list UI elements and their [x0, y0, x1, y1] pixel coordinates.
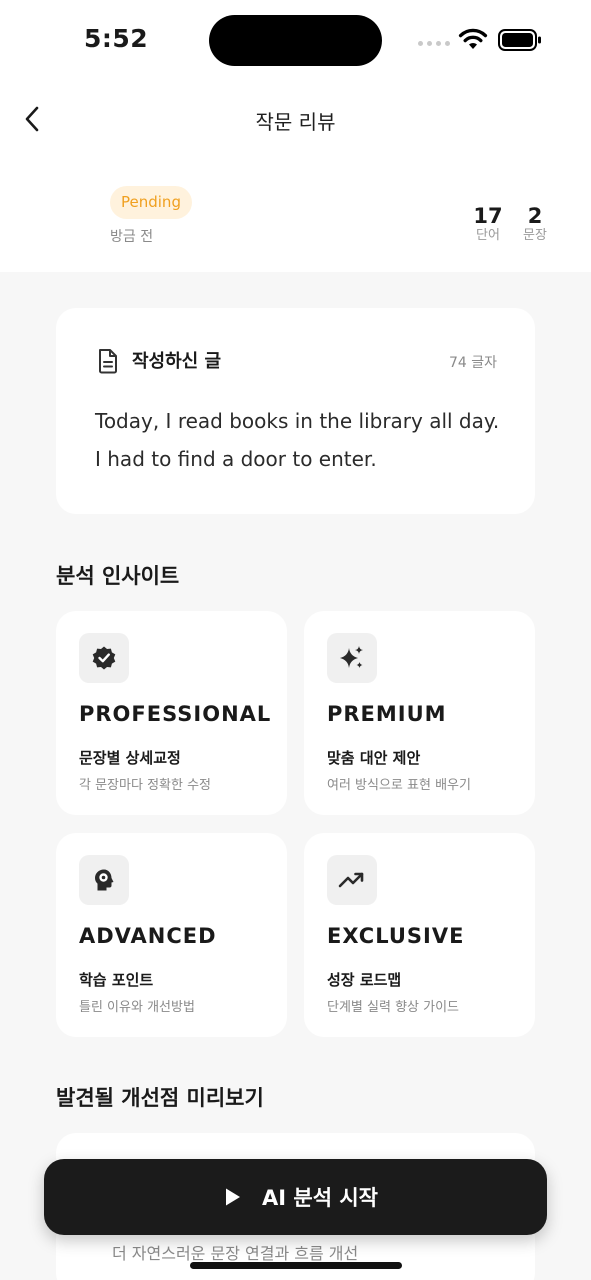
- cellular-signal-icon: [418, 41, 452, 47]
- insight-icon-box: [327, 855, 377, 905]
- battery-icon: [498, 29, 541, 51]
- insight-desc: 각 문장마다 정확한 수정: [79, 778, 211, 793]
- status-time: 5:52: [84, 24, 149, 53]
- insight-card-premium: PREMIUM 맞춤 대안 제안 여러 방식으로 표현 배우기: [304, 611, 535, 815]
- essay-line: I had to find a door to enter.: [95, 447, 377, 471]
- sparkles-icon: [340, 646, 363, 668]
- sentence-count-label: 문장: [523, 228, 547, 243]
- insight-desc: 틀린 이유와 개선방법: [79, 1000, 195, 1015]
- essay-line: Today, I read books in the library all d…: [95, 409, 500, 433]
- insight-desc: 여러 방식으로 표현 배우기: [327, 778, 471, 793]
- insight-card-professional: PROFESSIONAL 문장별 상세교정 각 문장마다 정확한 수정: [56, 611, 287, 815]
- insight-icon-box: [79, 855, 129, 905]
- essay-heading: 작성하신 글: [132, 351, 222, 372]
- wifi-icon: [458, 28, 488, 49]
- start-analysis-button[interactable]: AI 분석 시작: [44, 1159, 547, 1235]
- preview-item-text: 더 자연스러운 문장 연결과 흐름 개선: [112, 1244, 359, 1263]
- essay-text: Today, I read books in the library all d…: [95, 402, 515, 478]
- word-count-stat: 17 단어: [471, 204, 505, 244]
- brain-gear-icon: [95, 869, 114, 891]
- trending-up-icon: [338, 872, 364, 888]
- insight-feature: 학습 포인트: [79, 971, 154, 989]
- insight-desc: 단계별 실력 향상 가이드: [327, 1000, 459, 1015]
- char-count: 74 글자: [448, 355, 497, 371]
- insight-feature: 맞춤 대안 제안: [327, 749, 421, 767]
- essay-card: 작성하신 글 74 글자 Today, I read books in the …: [56, 308, 535, 514]
- word-count-value: 17: [473, 204, 503, 228]
- insights-section-title: 분석 인사이트: [56, 564, 180, 588]
- insight-card-exclusive: EXCLUSIVE 성장 로드맵 단계별 실력 향상 가이드: [304, 833, 535, 1037]
- insight-feature: 문장별 상세교정: [79, 749, 181, 767]
- word-count-label: 단어: [476, 228, 500, 243]
- page-title: 작문 리뷰: [255, 110, 336, 134]
- dynamic-island: [209, 15, 382, 66]
- insight-icon-box: [327, 633, 377, 683]
- insight-tier: ADVANCED: [79, 924, 217, 948]
- insight-tier: PROFESSIONAL: [79, 702, 272, 726]
- sentence-count-stat: 2 문장: [520, 204, 550, 244]
- preview-section-title: 발견될 개선점 미리보기: [56, 1086, 264, 1110]
- status-badge: Pending: [110, 186, 192, 219]
- verified-badge-icon: [92, 646, 116, 670]
- insight-feature: 성장 로드맵: [327, 971, 402, 989]
- insight-tier: EXCLUSIVE: [327, 924, 465, 948]
- insight-tier: PREMIUM: [327, 702, 447, 726]
- sentence-count-value: 2: [527, 204, 543, 228]
- insight-card-advanced: ADVANCED 학습 포인트 틀린 이유와 개선방법: [56, 833, 287, 1037]
- time-ago: 방금 전: [110, 229, 154, 245]
- insight-icon-box: [79, 633, 129, 683]
- document-icon: [99, 349, 117, 374]
- start-analysis-label: AI 분석 시작: [262, 1186, 378, 1210]
- play-icon: [226, 1188, 240, 1206]
- home-indicator: [190, 1262, 402, 1269]
